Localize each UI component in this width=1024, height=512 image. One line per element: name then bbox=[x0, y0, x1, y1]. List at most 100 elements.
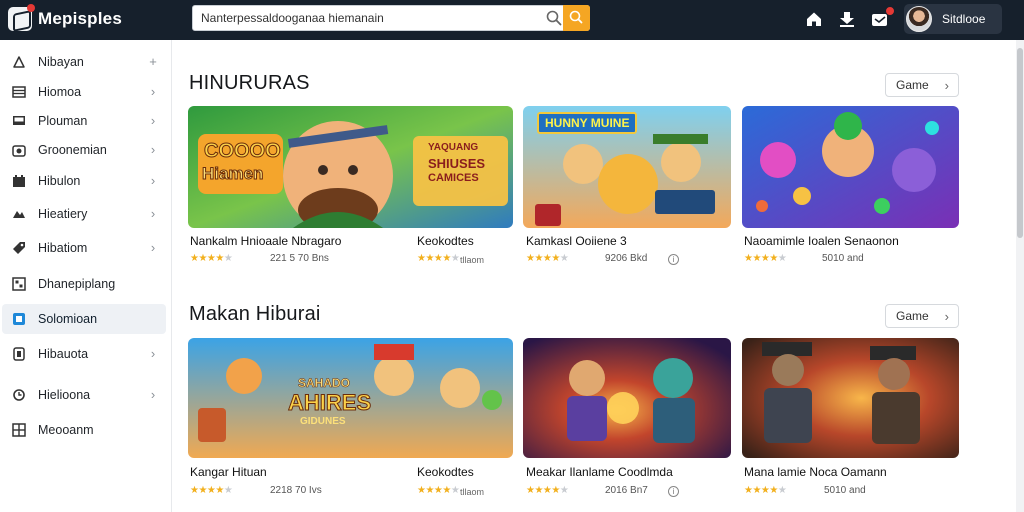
avatar bbox=[906, 6, 932, 32]
thumb-text: HUNNY MUINE bbox=[537, 112, 638, 134]
scrollbar-thumb[interactable] bbox=[1017, 48, 1023, 238]
sidebar-item-hibulon[interactable]: Hibulon › bbox=[2, 166, 166, 196]
square-icon bbox=[10, 310, 28, 328]
rating-stars: ★★★★★ bbox=[417, 485, 460, 496]
info-icon[interactable]: i bbox=[668, 254, 679, 265]
game-title[interactable]: Naoamimle Ioalen Senaonon bbox=[744, 234, 899, 248]
chevron-right-icon: › bbox=[150, 240, 156, 255]
section-title: HINURURAS bbox=[189, 72, 310, 94]
shield-icon bbox=[10, 345, 28, 363]
camera-icon bbox=[10, 141, 28, 159]
game-meta: 221 5 70 Bns bbox=[270, 253, 329, 264]
search-input[interactable] bbox=[193, 6, 543, 30]
rating-stars: ★★★★★ bbox=[190, 485, 233, 496]
info-icon[interactable]: i bbox=[668, 486, 679, 497]
sidebar-item-nibayan[interactable]: Nibayan + bbox=[2, 47, 166, 77]
sidebar-item-hieatiery[interactable]: Hieatiery › bbox=[2, 199, 166, 229]
game-title[interactable]: Meakar Ilanlame Coodlmda bbox=[526, 465, 673, 479]
monitor-icon bbox=[10, 112, 28, 130]
game-title[interactable]: Kangar Hituan bbox=[190, 465, 267, 479]
sidebar-item-plouman[interactable]: Plouman › bbox=[2, 106, 166, 136]
search-icon[interactable] bbox=[545, 9, 563, 27]
user-name: Sitdlooe bbox=[942, 12, 986, 26]
game-sub-meta: tllaom bbox=[460, 487, 485, 497]
refresh-icon bbox=[10, 386, 28, 404]
page-scrollbar[interactable] bbox=[1016, 40, 1024, 512]
thumb-text: SHIUSES bbox=[428, 156, 486, 171]
section-title: Makan Hiburai bbox=[189, 303, 321, 325]
sidebar-item-hibauota[interactable]: Hibauota › bbox=[2, 339, 166, 369]
thumb-text: GIDUNES bbox=[300, 416, 346, 427]
game-subtitle[interactable]: Keokodtes bbox=[417, 465, 474, 479]
thumb-text: Hiamen bbox=[201, 164, 264, 184]
game-title[interactable]: Nankalm Hnioaale Nbragaro bbox=[190, 234, 341, 248]
section-button-label: Game bbox=[896, 78, 929, 92]
sidebar-item-label: Nibayan bbox=[38, 55, 84, 69]
game-thumbnail[interactable]: SAHADO AHIRES GIDUNES bbox=[188, 338, 513, 458]
section-game-button[interactable]: Game › bbox=[885, 304, 959, 328]
thumb-text: COOOO bbox=[204, 140, 282, 163]
sidebar-item-label: Groonemian bbox=[38, 143, 107, 157]
game-thumbnail[interactable] bbox=[742, 106, 959, 228]
chevron-right-icon: › bbox=[150, 346, 156, 361]
thumb-text: YAQUANG bbox=[428, 142, 479, 153]
sidebar-item-trail bbox=[146, 277, 160, 291]
sidebar-item-label: Hieatiery bbox=[38, 207, 88, 221]
sidebar-item-label: Dhanepiplang bbox=[38, 277, 116, 291]
chevron-right-icon: › bbox=[150, 84, 156, 99]
thumb-text: CAMICES bbox=[428, 172, 479, 184]
chevron-right-icon: › bbox=[944, 77, 949, 93]
home-icon[interactable] bbox=[803, 8, 825, 30]
sidebar-item-label: Hibulon bbox=[38, 174, 81, 188]
game-thumbnail[interactable]: COOOO Hiamen YAQUANG SHIUSES CAMICES bbox=[188, 106, 513, 228]
section-button-label: Game bbox=[896, 309, 929, 323]
game-thumbnail[interactable] bbox=[523, 338, 731, 458]
game-title[interactable]: Kamkasl Ooiiene 3 bbox=[526, 234, 627, 248]
sidebar-item-label: Hielioona bbox=[38, 388, 91, 402]
rating-stars: ★★★★★ bbox=[190, 253, 233, 264]
sidebar-item-hielioona[interactable]: Hielioona › bbox=[2, 380, 166, 410]
sidebar-item-solomioan[interactable]: Solomioan bbox=[2, 304, 166, 334]
download-icon[interactable] bbox=[836, 8, 858, 30]
sidebar-item-groonemian[interactable]: Groonemian › bbox=[2, 135, 166, 165]
chevron-right-icon: › bbox=[150, 206, 156, 221]
user-menu[interactable]: Sitdlooe bbox=[904, 4, 1002, 34]
sidebar-item-label: Hibatiom bbox=[38, 241, 88, 255]
sidebar-item-hibatiom[interactable]: Hibatiom › bbox=[2, 233, 166, 263]
sidebar-item-meooanm[interactable]: Meooanm bbox=[2, 415, 166, 445]
search-button-icon bbox=[569, 10, 583, 24]
game-subtitle[interactable]: Keokodtes bbox=[417, 234, 474, 248]
chevron-right-icon: › bbox=[150, 142, 156, 157]
game-meta: 9206 Bkd bbox=[605, 253, 648, 264]
tag-icon bbox=[10, 239, 28, 257]
sidebar-item-hiomoa[interactable]: Hiomoa › bbox=[2, 77, 166, 107]
sidebar-item-label: Solomioan bbox=[38, 312, 98, 326]
rating-stars: ★★★★★ bbox=[744, 253, 787, 264]
sidebar-item-label: Meooanm bbox=[38, 423, 94, 437]
game-thumbnail[interactable] bbox=[742, 338, 959, 458]
main-content: HINURURAS Game › COOOO Hiamen YAQUANG SH… bbox=[172, 40, 1016, 512]
chevron-right-icon: › bbox=[150, 387, 156, 402]
window-icon bbox=[10, 421, 28, 439]
list-icon bbox=[10, 83, 28, 101]
rating-stars: ★★★★★ bbox=[526, 253, 569, 264]
rating-stars: ★★★★★ bbox=[744, 485, 787, 496]
sidebar-item-dhanepiplang[interactable]: Dhanepiplang bbox=[2, 269, 166, 299]
section-game-button[interactable]: Game › bbox=[885, 73, 959, 97]
plus-icon[interactable]: + bbox=[146, 55, 160, 69]
sidebar-item-trail bbox=[146, 423, 160, 437]
app-logo[interactable]: Mepisples bbox=[8, 4, 122, 32]
sidebar: Nibayan + Hiomoa › Plouman › Groonemian … bbox=[0, 40, 172, 512]
logo-icon bbox=[8, 4, 35, 31]
top-bar: Mepisples Sitdlooe bbox=[0, 0, 1024, 40]
game-title[interactable]: Mana lamie Noca Oamann bbox=[744, 465, 887, 479]
thumb-text: SAHADO bbox=[298, 376, 351, 391]
game-thumbnail[interactable]: HUNNY MUINE bbox=[523, 106, 731, 228]
notification-badge bbox=[885, 6, 895, 16]
game-sub-meta: tllaom bbox=[460, 255, 485, 265]
notification-button[interactable] bbox=[869, 6, 895, 30]
search-button[interactable] bbox=[563, 5, 590, 31]
chevron-right-icon: › bbox=[150, 173, 156, 188]
calendar-icon bbox=[10, 172, 28, 190]
game-meta: 5010 and bbox=[824, 485, 866, 496]
